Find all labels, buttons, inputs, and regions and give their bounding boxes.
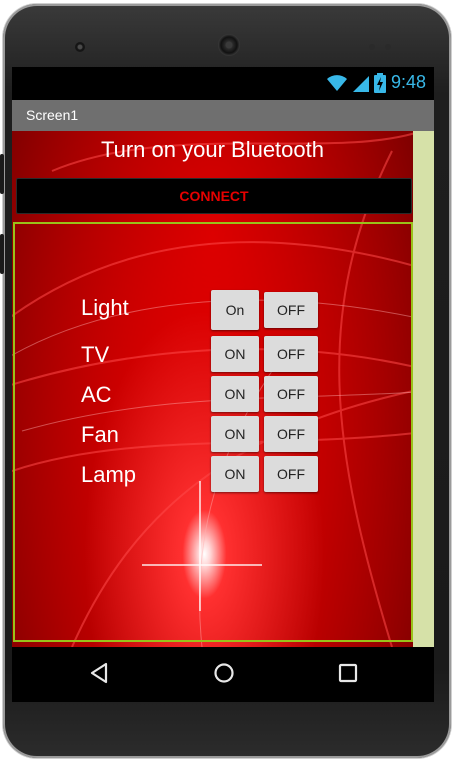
status-clock: 9:48 [390,72,426,92]
ac-off-button[interactable]: OFF [264,376,318,412]
device-row-ac: AC ON OFF [81,376,321,414]
device-row-fan: Fan ON OFF [81,416,321,454]
recents-icon[interactable] [337,661,359,685]
device-label: Lamp [81,462,137,487]
status-bar: 9:48 [12,67,434,100]
volume-button [0,154,4,194]
device-label: Fan [81,422,119,447]
earpiece-speaker-icon [218,34,240,56]
device-label: TV [81,342,110,367]
device-label: Light [81,295,129,320]
cell-signal-icon [352,75,369,92]
device-screen: 9:48 Screen1 Turn on your Bluetooth CONN… [12,67,434,702]
device-row-tv: TV ON OFF [81,336,321,374]
device-row-lamp: Lamp ON OFF [81,456,321,494]
device-label: AC [81,382,112,407]
light-on-button[interactable]: On [211,290,259,330]
home-icon[interactable] [212,661,236,685]
lamp-off-button[interactable]: OFF [264,456,318,492]
app-background: Turn on your Bluetooth CONNECT Light On … [12,131,413,647]
tv-on-button[interactable]: ON [211,336,259,372]
tv-off-button[interactable]: OFF [264,336,318,372]
ac-on-button[interactable]: ON [211,376,259,412]
battery-charging-icon [373,72,386,93]
side-strip [413,131,434,647]
connect-button[interactable]: CONNECT [16,178,412,214]
wifi-icon [326,74,347,91]
sensor-icon [369,44,375,50]
app-title: Screen1 [26,107,79,123]
app-title-bar: Screen1 [12,100,434,131]
back-icon[interactable] [88,661,110,685]
fan-off-button[interactable]: OFF [264,416,318,452]
device-row-light: Light On OFF [81,289,321,330]
fan-on-button[interactable]: ON [211,416,259,452]
light-off-button[interactable]: OFF [264,292,318,328]
lamp-on-button[interactable]: ON [211,456,259,492]
device-control-panel: Light On OFF TV ON OFF AC ON OFF Fan ON … [13,222,413,642]
front-camera-icon [75,42,85,52]
sensor-icon [385,44,391,50]
navigation-bar [12,647,434,702]
bluetooth-instruction: Turn on your Bluetooth [101,137,324,162]
power-button [0,234,4,274]
